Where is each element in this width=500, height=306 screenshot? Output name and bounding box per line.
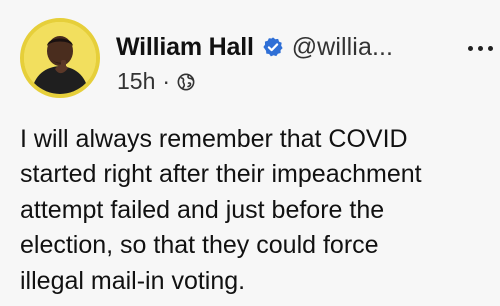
post-text-line: attempt failed and just before the bbox=[20, 195, 385, 224]
author-row: William Hall @willia... bbox=[116, 30, 393, 64]
post-body: I will always remember that COVID starte… bbox=[20, 122, 496, 299]
post-meta: 15h · bbox=[117, 68, 195, 95]
more-options-dot bbox=[488, 45, 493, 51]
meta-separator: · bbox=[162, 68, 171, 94]
author-handle[interactable]: @willia... bbox=[292, 33, 393, 62]
avatar-photo bbox=[24, 22, 96, 94]
post-text-line: I will always remember that COVID bbox=[20, 125, 408, 153]
globe-icon bbox=[177, 73, 195, 91]
more-options-icon[interactable] bbox=[468, 43, 498, 53]
post-text-line: started right after their impeachment bbox=[20, 160, 422, 189]
post-time[interactable]: 15h bbox=[117, 68, 155, 95]
author-name[interactable]: William Hall bbox=[116, 33, 254, 62]
post-text-line: illegal mail-in voting. bbox=[20, 266, 246, 295]
avatar[interactable] bbox=[20, 18, 100, 98]
post-text-line: election, so that they could force bbox=[20, 231, 379, 260]
more-options-dot bbox=[468, 45, 473, 51]
verified-badge-icon bbox=[262, 36, 284, 58]
social-post: William Hall @willia... 15h · I will alw… bbox=[0, 0, 500, 306]
more-options-dot bbox=[478, 45, 483, 51]
